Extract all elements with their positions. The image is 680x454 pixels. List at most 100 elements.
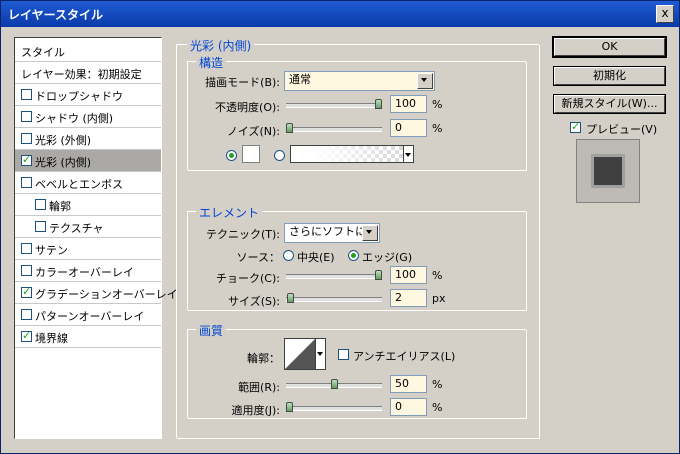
dialog-body: スタイルレイヤー効果：初期設定ドロップシャドウシャドウ (内側) 光彩 (外側) 光… [1,27,679,453]
style-list-item[interactable]: ドロップシャドウ [15,84,161,106]
style-list-item[interactable]: パターンオーバーレイ [15,304,161,326]
style-list-item[interactable]: 光彩 (内側) [15,150,161,172]
style-list-item-label: カラーオーバーレイ [35,266,134,279]
size-unit: px [432,292,446,305]
style-list-item-label: 境界線 [35,332,68,345]
style-list-checkbox[interactable] [21,309,32,320]
source-edge-radio[interactable] [348,250,359,261]
style-list-item[interactable]: 輪郭 [15,194,161,216]
title-bar[interactable]: レイヤースタイル x [1,1,679,27]
antialias-checkbox[interactable] [338,349,349,360]
panel-title: 光彩 (内側) [187,37,255,54]
style-list-item[interactable]: テクスチャ [15,216,161,238]
noise-slider[interactable] [286,123,382,133]
glow-color-swatch[interactable] [242,145,260,163]
jitter-input[interactable]: 0 [390,398,427,416]
style-list-checkbox[interactable] [21,177,32,188]
style-list-checkbox[interactable] [35,199,46,210]
new-style-button[interactable]: 新規スタイル(W)... [553,94,666,114]
style-list-item[interactable]: グラデーションオーバーレイ [15,282,178,304]
style-list-checkbox[interactable] [21,133,32,144]
style-list-checkbox[interactable] [21,285,32,298]
style-list-item[interactable]: サテン [15,238,161,260]
range-slider[interactable] [286,379,382,389]
structure-legend: 構造 [196,54,227,71]
style-list-item[interactable]: 境界線 [15,326,161,348]
jitter-slider[interactable] [286,402,382,412]
style-list-checkbox[interactable] [21,243,32,254]
style-list-item[interactable]: カラーオーバーレイ [15,260,161,282]
preview-checkbox[interactable] [570,120,581,133]
range-label: 範囲(R): [238,381,280,394]
gradient-picker[interactable] [290,145,404,163]
noise-label: ノイズ(N): [226,125,280,138]
size-label: サイズ(S): [228,295,280,308]
choke-label: チョーク(C): [216,272,280,285]
technique-value: さらにソフトに [289,225,366,238]
style-list-item-label: グラデーションオーバーレイ [35,288,178,301]
opacity-slider-thumb[interactable] [375,99,382,109]
contour-picker[interactable] [284,338,316,370]
gradient-radio[interactable] [274,150,285,161]
source-edge-label: エッジ(G) [362,251,413,264]
preview-box [576,139,640,203]
contour-label: 輪郭： [247,352,280,365]
source-label: ソース： [236,251,280,264]
blend-mode-select[interactable]: 通常 [284,71,435,91]
style-list-item-label: ベベルとエンボス [35,178,123,191]
style-list-checkbox[interactable] [21,153,32,166]
layer-style-dialog: レイヤースタイル x スタイルレイヤー効果：初期設定ドロップシャドウ シャドウ (… [0,0,680,454]
style-list-item[interactable]: レイヤー効果：初期設定 [15,62,161,84]
ok-button[interactable]: OK [552,36,667,58]
inner-glow-panel: 光彩 (内側) 構造 描画モード(B): 通常 不透明度(O): 100 % ノ… [176,37,540,439]
style-list-item[interactable]: 光彩 (外側) [15,128,161,150]
quality-group: 画質 輪郭： アンチエイリアス(L) 範囲(R): 50 % 適用度(J): 0… [187,322,527,419]
jitter-slider-thumb[interactable] [286,402,293,412]
reset-button[interactable]: 初期化 [553,66,666,86]
technique-select[interactable]: さらにソフトに [284,223,380,243]
choke-slider[interactable] [286,270,382,280]
solid-color-radio[interactable] [226,150,237,161]
contour-dropdown-button[interactable] [316,338,326,370]
style-list-item-label: パターンオーバーレイ [35,310,145,323]
close-button[interactable]: x [656,5,674,23]
jitter-unit: % [432,401,443,414]
gradient-dropdown-button[interactable] [404,145,414,163]
opacity-unit: % [432,98,443,111]
style-list-checkbox[interactable] [21,89,32,100]
choke-slider-thumb[interactable] [375,270,382,280]
source-center-radio[interactable] [283,250,294,261]
close-icon: x [661,6,669,20]
size-slider[interactable] [286,293,382,303]
range-slider-thumb[interactable] [331,379,338,389]
quality-legend: 画質 [196,322,227,339]
size-input[interactable]: 2 [390,289,427,307]
style-list-checkbox[interactable] [21,329,32,342]
noise-slider-thumb[interactable] [286,123,293,133]
noise-unit: % [432,122,443,135]
noise-input[interactable]: 0 [390,119,427,137]
antialias-label: アンチエイリアス(L) [353,350,456,363]
opacity-input[interactable]: 100 [390,95,427,113]
blend-mode-value: 通常 [289,73,311,86]
contour-preview-icon [285,339,315,369]
range-input[interactable]: 50 [390,375,427,393]
style-list-item[interactable]: ベベルとエンボス [15,172,161,194]
chevron-down-icon [405,153,411,157]
style-list-checkbox[interactable] [21,265,32,276]
choke-input[interactable]: 100 [390,266,427,284]
style-list-item-label: 輪郭 [49,200,71,213]
style-list-item[interactable]: シャドウ (内側) [15,106,161,128]
style-list-item[interactable]: スタイル [15,40,161,62]
structure-group: 構造 描画モード(B): 通常 不透明度(O): 100 % ノイズ(N): 0… [187,54,527,171]
style-list-item-label: レイヤー効果：初期設定 [21,68,142,81]
style-list-item-label: サテン [35,244,68,257]
opacity-slider[interactable] [286,99,382,109]
style-list-checkbox[interactable] [21,111,32,122]
technique-label: テクニック(T): [205,228,280,241]
size-slider-thumb[interactable] [287,293,294,303]
jitter-label: 適用度(J): [231,404,280,417]
source-center-label: 中央(E) [297,251,335,264]
style-list-checkbox[interactable] [35,221,46,232]
style-list-item-label: スタイル [21,46,65,59]
